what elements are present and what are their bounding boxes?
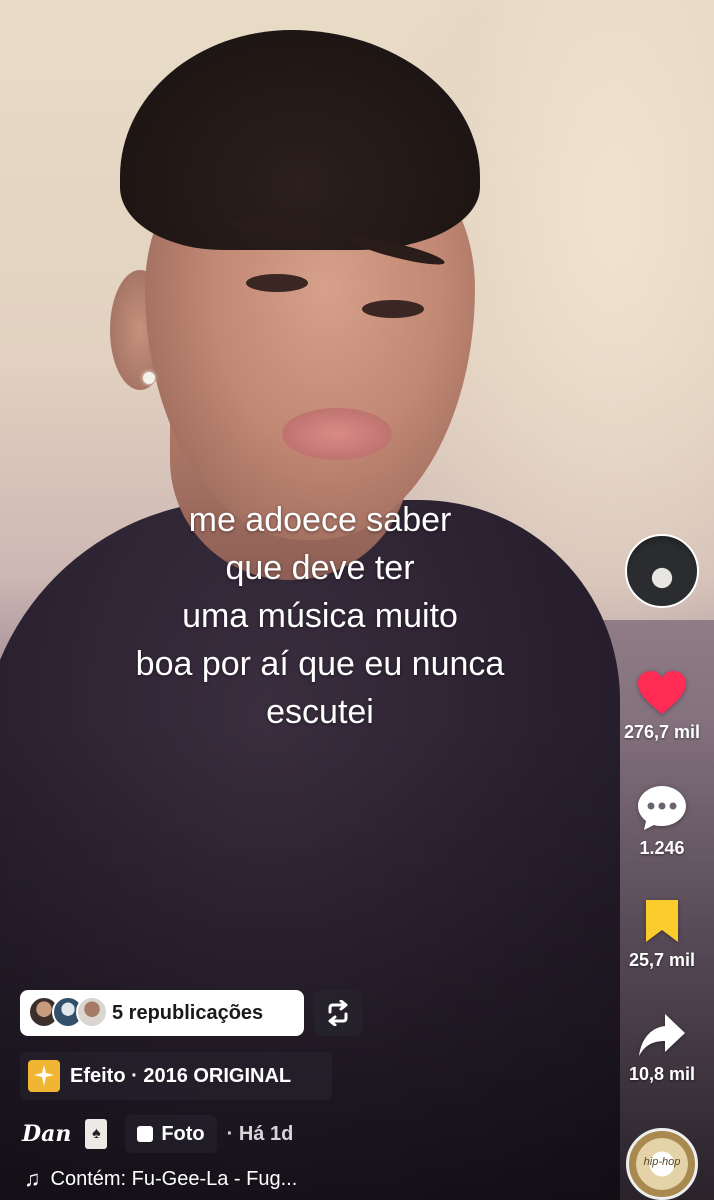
caption-line: me adoece saber [188,501,452,539]
video-caption: me adoece saber que deve ter uma música … [60,496,580,736]
like-button[interactable]: 276,7 mil [614,670,710,743]
avatar [76,996,108,1028]
post-type-label: Foto [161,1122,205,1145]
creator-avatar[interactable] [625,534,699,608]
effect-sparkle-icon [28,1060,60,1092]
music-label: Contém: Fu-Gee-La - Fug... [50,1167,298,1190]
post-age: · Há 1d [226,1122,294,1145]
caption-line: uma música muito [182,597,458,635]
bookmark-icon [646,900,678,942]
music-note-icon: ♫ [24,1166,41,1191]
share-count: 10,8 mil [628,1064,696,1084]
photo-icon [137,1126,154,1142]
comment-button[interactable]: 1.246 [614,784,710,859]
music-disc-label: hip-hop [643,1156,681,1168]
reposts-label: 5 republicações [112,1001,264,1024]
caption-line: escutei [266,693,374,731]
joker-card-icon: ♠ [85,1119,108,1149]
repost-avatars [20,990,112,1036]
save-count: 25,7 mil [628,950,696,970]
share-button[interactable]: 10,8 mil [614,1012,710,1085]
username[interactable]: Dan [22,1121,71,1147]
like-count: 276,7 mil [623,722,701,742]
music-info[interactable]: ♫ Contém: Fu-Gee-La - Fug... [24,1166,297,1192]
repost-button[interactable] [314,990,362,1036]
comment-count: 1.246 [639,838,685,858]
effect-chip[interactable]: Efeito · 2016 ORIGINAL [20,1052,332,1100]
repost-icon [328,1000,348,1026]
post-type-chip[interactable]: Foto [125,1115,217,1153]
share-arrow-icon [639,1014,685,1056]
comment-icon [638,786,686,830]
save-button[interactable]: 25,7 mil [614,898,710,971]
effect-label: Efeito · 2016 ORIGINAL [70,1064,292,1087]
caption-line: boa por aí que eu nunca [135,645,505,683]
caption-line: que deve ter [225,549,415,587]
reposts-chip[interactable]: 5 republicações [20,990,304,1036]
heart-icon [638,671,686,714]
author-row: Dan ♠ Foto · Há 1d [22,1114,293,1154]
